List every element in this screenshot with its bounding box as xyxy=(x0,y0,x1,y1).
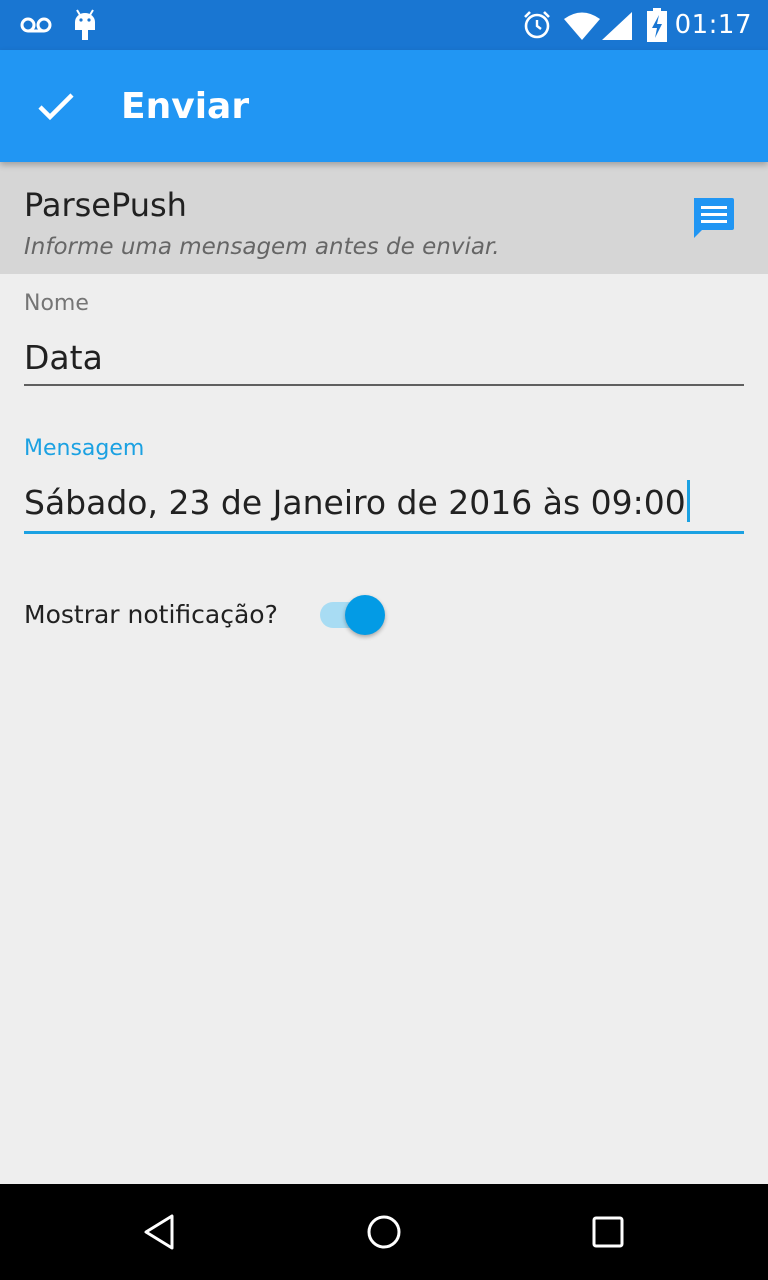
back-icon xyxy=(144,1214,174,1250)
navigation-bar xyxy=(0,1184,768,1280)
android-icon xyxy=(75,9,95,40)
recents-button[interactable] xyxy=(580,1204,636,1260)
app-bar: Enviar xyxy=(0,50,768,162)
message-icon xyxy=(694,198,734,238)
wifi-icon xyxy=(564,12,600,40)
message-field[interactable]: Sábado, 23 de Janeiro de 2016 às 09:00 xyxy=(24,480,744,534)
check-icon xyxy=(38,93,74,121)
voicemail-icon xyxy=(20,17,52,33)
send-button[interactable] xyxy=(28,78,84,134)
recents-icon xyxy=(592,1216,624,1248)
signal-icon xyxy=(602,12,632,40)
header-title: ParsePush xyxy=(24,186,187,224)
notification-label: Mostrar notificação? xyxy=(24,600,278,629)
back-button[interactable] xyxy=(132,1204,188,1260)
page-title: Enviar xyxy=(121,86,250,127)
status-time: 01:17 xyxy=(674,10,752,40)
message-value: Sábado, 23 de Janeiro de 2016 às 09:00 xyxy=(24,483,686,522)
name-label: Nome xyxy=(24,291,89,316)
home-icon xyxy=(367,1215,401,1249)
alarm-icon xyxy=(524,11,550,39)
battery-charging-icon xyxy=(647,8,667,42)
status-bar: 01:17 xyxy=(0,0,768,50)
toggle-thumb xyxy=(345,595,385,635)
message-label: Mensagem xyxy=(24,436,145,461)
info-header: ParsePush Informe uma mensagem antes de … xyxy=(0,162,768,274)
name-field[interactable]: Data xyxy=(24,338,744,386)
header-subtitle: Informe uma mensagem antes de enviar. xyxy=(24,234,500,260)
notification-toggle[interactable] xyxy=(320,594,386,638)
text-cursor xyxy=(686,480,690,522)
home-button[interactable] xyxy=(356,1204,412,1260)
